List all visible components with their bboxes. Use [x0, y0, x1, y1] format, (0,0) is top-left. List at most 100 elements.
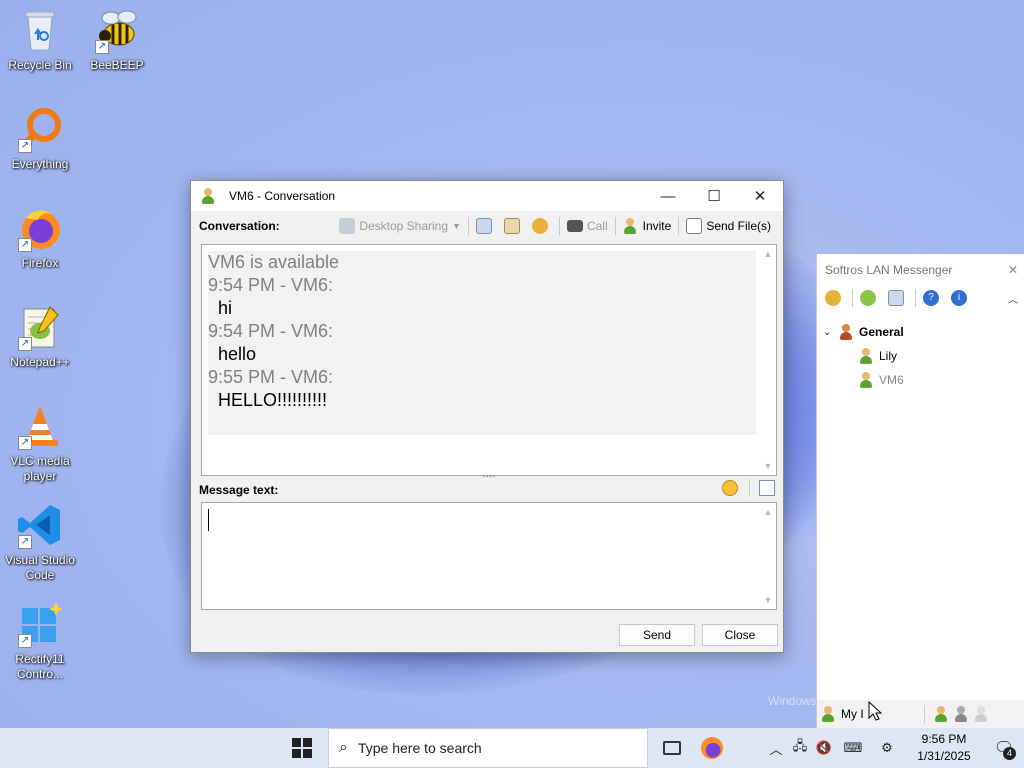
- emoticon-button[interactable]: [722, 480, 738, 496]
- start-button[interactable]: [282, 728, 322, 768]
- call-button[interactable]: Call: [563, 219, 612, 233]
- invite-label: Invite: [642, 219, 672, 233]
- search-placeholder: Type here to search: [357, 740, 482, 756]
- desktop-icon-label: Everything: [11, 157, 69, 171]
- task-view-button[interactable]: [652, 728, 692, 768]
- shortcut-arrow-icon: ↗: [18, 535, 32, 549]
- shortcut-arrow-icon: ↗: [18, 238, 32, 252]
- scroll-down-arrow[interactable]: ▼: [762, 461, 774, 471]
- minimize-button[interactable]: —: [645, 181, 691, 211]
- close-window-button[interactable]: ✕: [737, 181, 783, 211]
- help-button[interactable]: ?: [919, 290, 947, 306]
- notification-center-button[interactable]: 🗨 4: [984, 728, 1024, 768]
- notepad-plus-plus-icon: ↗: [16, 303, 64, 351]
- status-away-icon[interactable]: [954, 706, 968, 722]
- desktop-icon-label: Notepad++: [10, 355, 70, 369]
- history-button[interactable]: [884, 290, 912, 306]
- maximize-button[interactable]: ☐: [691, 181, 737, 211]
- toolbar-separator: [923, 705, 925, 723]
- desktop-icon-label: VLC media player: [10, 454, 70, 483]
- mouse-cursor-icon: [868, 701, 882, 721]
- scroll-down-arrow[interactable]: ▼: [762, 595, 774, 605]
- scroll-up-arrow[interactable]: ▲: [762, 249, 774, 259]
- desktop-icon-rectify11[interactable]: ↗ Rectify11 Contro...: [0, 600, 80, 682]
- taskbar-search[interactable]: ⌕ Type here to search: [328, 728, 648, 768]
- my-status-label[interactable]: My I: [841, 707, 864, 721]
- user-item[interactable]: Lily: [817, 344, 1024, 368]
- message-text-label: Message text:: [199, 483, 279, 497]
- notification-badge: 4: [1003, 747, 1016, 760]
- gear-icon: [531, 218, 548, 234]
- chevron-up-icon[interactable]: ︿: [1008, 291, 1018, 306]
- toolbar-separator: [915, 289, 916, 307]
- about-button[interactable]: i: [947, 290, 975, 306]
- network-icon[interactable]: 🖧: [788, 737, 812, 759]
- chat-message-text: hi: [218, 298, 233, 318]
- messenger-titlebar[interactable]: Softros LAN Messenger ✕: [817, 254, 1024, 286]
- toolbar-separator: [558, 217, 560, 235]
- task-view-icon: [663, 741, 681, 755]
- toolbar-separator: [614, 217, 616, 235]
- settings-button[interactable]: [528, 218, 556, 234]
- camera-icon: [566, 220, 583, 232]
- shortcut-arrow-icon: ↗: [18, 337, 32, 351]
- refresh-button[interactable]: [856, 290, 884, 306]
- vlc-cone-icon: ↗: [16, 402, 64, 450]
- splitter-handle[interactable]: ····: [481, 472, 497, 482]
- clock-date: 1/31/2025: [917, 749, 971, 763]
- history-button[interactable]: [472, 218, 500, 234]
- clock-time: 9:56 PM: [921, 732, 967, 746]
- desktop-icon-everything[interactable]: ↗ Everything: [0, 105, 80, 172]
- scroll-up-arrow[interactable]: ▲: [762, 507, 774, 517]
- conversation-history[interactable]: VM6 is available 9:54 PM - VM6: hi 9:54 PM …: [201, 244, 777, 476]
- user-info-button[interactable]: [500, 218, 528, 234]
- chevron-up-icon[interactable]: ︿: [764, 739, 788, 758]
- windows-logo-icon: ↗: [16, 600, 64, 648]
- close-button[interactable]: Close: [702, 624, 778, 646]
- send-files-button[interactable]: Send File(s): [682, 218, 775, 234]
- desktop-sharing-button[interactable]: Desktop Sharing ▼: [335, 218, 465, 234]
- user-name: Lily: [879, 349, 898, 363]
- close-icon[interactable]: ✕: [1008, 263, 1018, 277]
- desktop-icon-vscode[interactable]: ↗ Visual Studio Code: [0, 501, 80, 583]
- taskbar-clock[interactable]: 9:56 PM 1/31/2025: [904, 731, 984, 765]
- conversation-toolbar: Conversation: Desktop Sharing ▼ Call Inv…: [191, 211, 783, 241]
- send-button[interactable]: Send: [619, 624, 695, 646]
- status-offline-icon[interactable]: [974, 706, 988, 722]
- shortcut-arrow-icon: ↗: [18, 436, 32, 450]
- taskbar-firefox[interactable]: [692, 728, 732, 768]
- desktop-icon-notepad-plus-plus[interactable]: ↗ Notepad++: [0, 303, 80, 370]
- keyboard-icon[interactable]: ⌨: [836, 740, 870, 756]
- toolbar-separator: [678, 217, 680, 235]
- desktop-icon-vlc[interactable]: ↗ VLC media player: [0, 402, 80, 484]
- messenger-toolbar: ? i ︿: [817, 286, 1024, 310]
- messenger-status-bar: My I: [817, 700, 1024, 728]
- text-format-button[interactable]: [759, 480, 775, 496]
- user-item[interactable]: VM6: [817, 368, 1024, 392]
- desktop-icon-firefox[interactable]: ↗ Firefox: [0, 204, 80, 271]
- settings-button[interactable]: [821, 290, 849, 306]
- volume-muted-icon[interactable]: 🔇: [812, 740, 836, 756]
- status-online-icon[interactable]: [934, 706, 948, 722]
- desktop-icon-recycle-bin[interactable]: Recycle Bin: [0, 6, 80, 73]
- chat-message-text: hello: [218, 344, 257, 364]
- windows-logo-icon: [292, 738, 312, 758]
- firefox-icon: [701, 737, 723, 759]
- document-icon: [475, 218, 492, 234]
- magnifier-icon: ↗: [16, 105, 64, 153]
- window-titlebar[interactable]: VM6 - Conversation — ☐ ✕: [191, 181, 783, 211]
- gear-icon[interactable]: ⚙: [870, 740, 904, 756]
- message-input[interactable]: ▲ ▼: [201, 502, 777, 610]
- chevron-down-icon[interactable]: ⌄: [823, 327, 835, 338]
- contact-card-icon: [503, 218, 520, 234]
- shortcut-arrow-icon: ↗: [18, 139, 32, 153]
- user-tree: ⌄ General Lily VM6: [817, 320, 1024, 392]
- group-general[interactable]: ⌄ General: [817, 320, 1024, 344]
- document-icon: [888, 290, 904, 306]
- invite-button[interactable]: Invite: [619, 218, 676, 234]
- desktop-icon-label: BeeBEEP: [90, 58, 144, 72]
- desktop-icon-beebeep[interactable]: ↗ BeeBEEP: [77, 6, 157, 73]
- taskbar: ⌕ Type here to search ︿ 🖧 🔇 ⌨ ⚙ 9:56 PM …: [0, 728, 1024, 768]
- my-status-icon: [821, 706, 835, 722]
- chat-header-line: 9:54 PM - VM6:: [208, 275, 334, 295]
